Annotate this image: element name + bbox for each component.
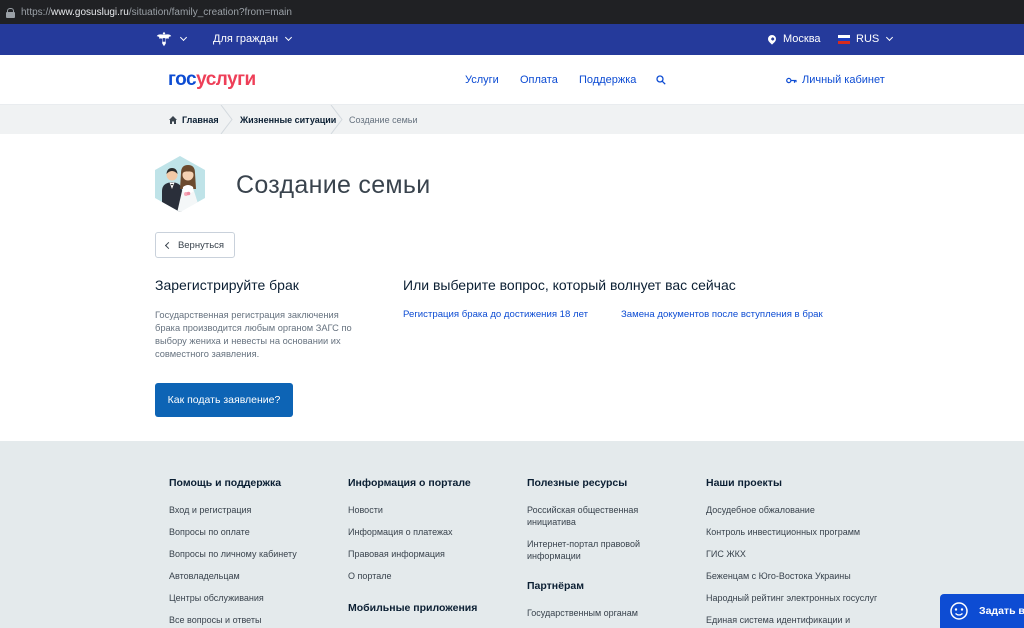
breadcrumb-label: Жизненные ситуации xyxy=(240,115,337,125)
footer-link[interactable]: Новости xyxy=(348,504,513,516)
nav-payment[interactable]: Оплата xyxy=(520,74,558,86)
audience-selector[interactable]: Для граждан xyxy=(213,33,293,45)
logo-part-gos: гос xyxy=(168,69,197,90)
breadcrumb-label: Создание семьи xyxy=(349,115,418,125)
search-icon[interactable] xyxy=(656,75,666,85)
back-button[interactable]: Вернуться xyxy=(155,232,235,258)
breadcrumb-separator-icon xyxy=(330,105,343,134)
footer-link[interactable]: Автовладельцам xyxy=(169,570,334,582)
footer-link[interactable]: Интернет-портал правовой информации xyxy=(527,538,652,562)
key-icon xyxy=(786,77,797,83)
chevron-left-icon xyxy=(164,241,172,249)
register-marriage-title: Зарегистрируйте брак xyxy=(155,277,299,293)
browser-address-bar[interactable]: https://www.gosuslugi.ru/situation/famil… xyxy=(0,0,1024,24)
language-selector[interactable]: RUS xyxy=(838,33,894,45)
nav-support[interactable]: Поддержка xyxy=(579,74,636,86)
ask-question-label: Задать вопрос xyxy=(979,605,1024,617)
footer-link[interactable]: О портале xyxy=(348,570,513,582)
footer-heading: Помощь и поддержка xyxy=(169,477,282,489)
breadcrumb-current: Создание семьи xyxy=(349,115,418,125)
url-text[interactable]: https://www.gosuslugi.ru/situation/famil… xyxy=(21,7,292,18)
footer-link[interactable]: Все вопросы и ответы xyxy=(169,614,334,626)
footer-link[interactable]: ГИС ЖКХ xyxy=(706,548,886,560)
back-button-label: Вернуться xyxy=(177,239,225,251)
footer-link[interactable]: Досудебное обжалование xyxy=(706,504,886,516)
chevron-down-icon xyxy=(886,33,894,42)
footer: Помощь и поддержка Вход и регистрация Во… xyxy=(0,441,1024,628)
footer-col-projects: Наши проекты Досудебное обжалование Конт… xyxy=(706,477,886,628)
question-link-document-replacement[interactable]: Замена документов после вступления в бра… xyxy=(621,309,823,320)
footer-heading: Наши проекты xyxy=(706,477,782,489)
footer-link[interactable]: Беженцам с Юго-Востока Украины xyxy=(706,570,886,582)
page-title: Создание семьи xyxy=(236,171,431,199)
logo-part-uslugi: услуги xyxy=(196,69,256,90)
footer-heading: Мобильные приложения xyxy=(348,602,478,614)
footer-heading: Информация о портале xyxy=(348,477,471,489)
footer-link[interactable]: Информация о платежах xyxy=(348,526,513,538)
nav-services[interactable]: Услуги xyxy=(465,74,499,86)
audience-label: Для граждан xyxy=(213,33,279,45)
chat-support-icon xyxy=(950,602,968,620)
breadcrumb-home[interactable]: Главная xyxy=(169,115,219,125)
footer-link[interactable]: Вход и регистрация xyxy=(169,504,334,516)
wedding-couple-icon xyxy=(155,156,205,212)
footer-link[interactable]: Единая система идентификации и xyxy=(706,614,886,626)
breadcrumb-separator-icon xyxy=(220,105,233,134)
footer-heading: Партнёрам xyxy=(527,580,585,592)
main-header: госуслуги Услуги Оплата Поддержка Личный… xyxy=(0,55,1024,105)
url-prefix: https:// xyxy=(21,6,52,18)
russia-flag-icon xyxy=(838,34,850,44)
footer-link[interactable]: Народный рейтинг электронных госуслуг xyxy=(706,592,886,604)
footer-col-portal-info: Информация о портале Новости Информация … xyxy=(348,477,513,628)
breadcrumb: Главная Жизненные ситуации Создание семь… xyxy=(0,105,1024,134)
footer-link[interactable]: Центры обслуживания xyxy=(169,592,334,604)
footer-heading: Полезные ресурсы xyxy=(527,477,628,489)
city-selector[interactable]: Москва xyxy=(766,33,821,45)
language-label: RUS xyxy=(856,33,880,45)
register-marriage-description: Государственная регистрация заключения б… xyxy=(155,310,352,359)
how-to-apply-button[interactable]: Как подать заявление? xyxy=(155,383,293,417)
footer-link[interactable]: Вопросы по оплате xyxy=(169,526,334,538)
url-host: www.gosuslugi.ru xyxy=(51,6,129,18)
footer-col-help: Помощь и поддержка Вход и регистрация Во… xyxy=(169,477,334,628)
top-bar: Для граждан Москва RUS xyxy=(0,24,1024,55)
home-icon xyxy=(169,116,177,124)
chevron-down-icon xyxy=(285,33,293,42)
city-label: Москва xyxy=(783,33,821,45)
breadcrumb-life-situations[interactable]: Жизненные ситуации xyxy=(240,115,336,125)
location-pin-icon xyxy=(766,33,778,45)
footer-link[interactable]: Вопросы по личному кабинету xyxy=(169,548,334,560)
personal-cabinet-link[interactable]: Личный кабинет xyxy=(786,74,885,86)
choose-question-title: Или выберите вопрос, который волнует вас… xyxy=(403,277,736,293)
gosuslugi-logo[interactable]: госуслуги xyxy=(168,69,256,91)
footer-link[interactable]: Российская общественная инициатива xyxy=(527,504,652,528)
cabinet-label: Личный кабинет xyxy=(802,74,885,86)
footer-link[interactable]: Правовая информация xyxy=(348,548,513,560)
footer-link[interactable]: Государственным органам xyxy=(527,607,652,619)
footer-col-resources: Полезные ресурсы Российская общественная… xyxy=(527,477,652,628)
ask-question-widget[interactable]: Задать вопрос xyxy=(940,594,1024,628)
emblem-menu[interactable] xyxy=(155,30,188,48)
breadcrumb-label: Главная xyxy=(182,115,219,125)
chevron-down-icon xyxy=(179,33,188,42)
url-path: /situation/family_creation?from=main xyxy=(128,6,292,18)
eagle-emblem-icon xyxy=(156,31,172,47)
question-link-underage-marriage[interactable]: Регистрация брака до достижения 18 лет xyxy=(403,309,588,320)
lock-icon xyxy=(6,7,15,18)
footer-link[interactable]: Контроль инвестиционных программ xyxy=(706,526,886,538)
